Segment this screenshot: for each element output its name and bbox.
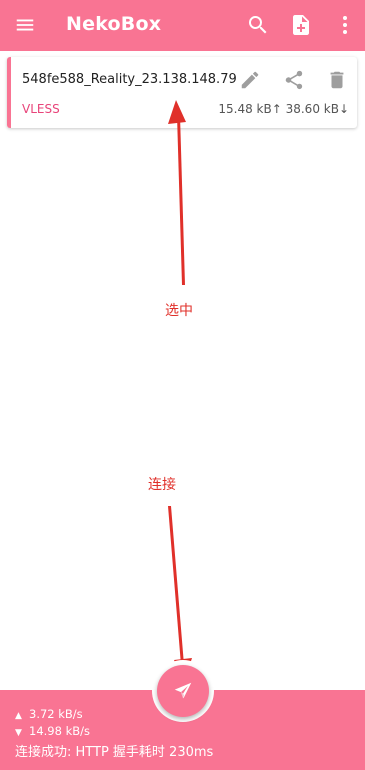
- select-arrow: [177, 115, 185, 285]
- connect-arrow: [168, 506, 184, 665]
- upload-speed: 3.72 kB/s: [29, 707, 83, 721]
- send-icon: [174, 682, 192, 699]
- select-arrowhead: [168, 100, 186, 124]
- connect-annotation: 连接: [148, 477, 176, 493]
- select-annotation: 选中: [165, 303, 193, 319]
- annotation-arrows: [168, 100, 192, 683]
- download-speed-row: ▼ 14.98 kB/s: [15, 724, 90, 738]
- connect-button[interactable]: [157, 665, 209, 717]
- upload-speed-row: ▲ 3.72 kB/s: [15, 707, 83, 721]
- download-arrow-icon: ▼: [15, 728, 22, 738]
- download-speed: 14.98 kB/s: [29, 724, 90, 738]
- upload-arrow-icon: ▲: [15, 711, 22, 721]
- connection-status: 连接成功: HTTP 握手耗时 230ms: [15, 745, 214, 760]
